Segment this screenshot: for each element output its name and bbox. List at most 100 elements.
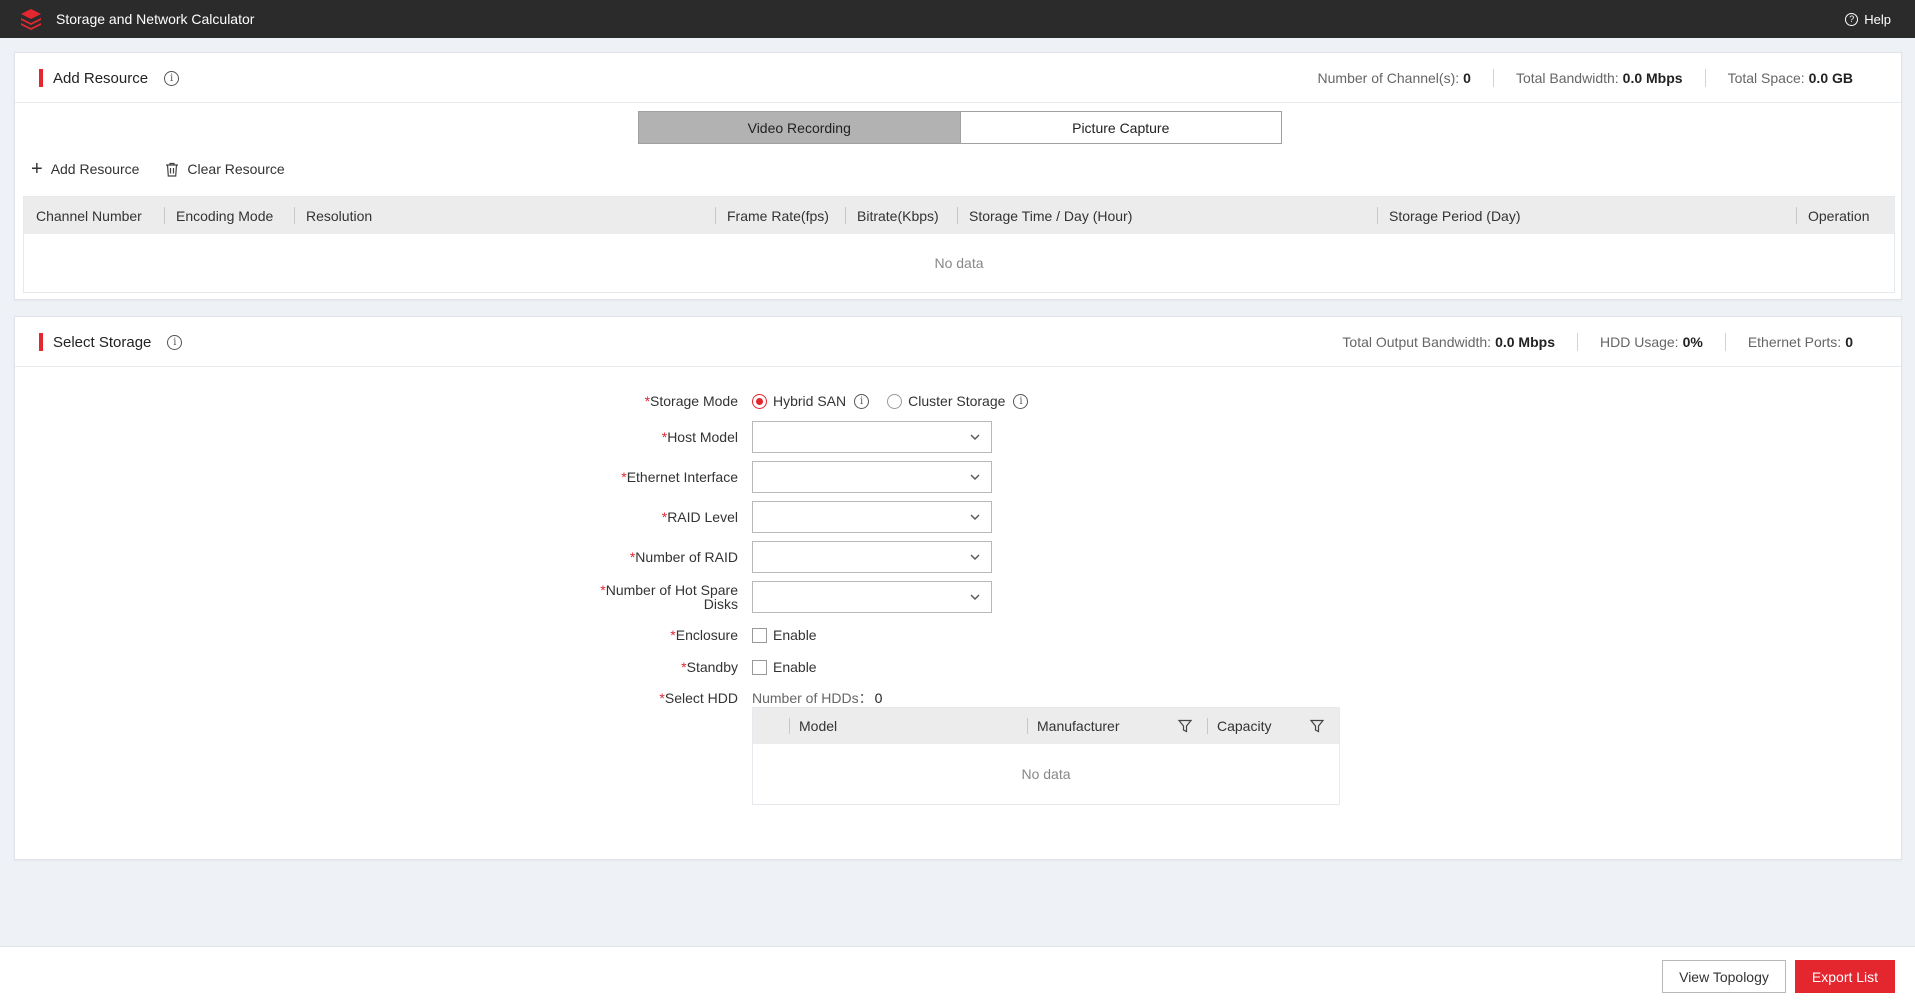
add-resource-label: Add Resource xyxy=(50,161,140,177)
label-text: Standby xyxy=(686,659,738,675)
stat-label: Ethernet Ports: xyxy=(1747,334,1842,350)
view-topology-button[interactable]: View Topology xyxy=(1662,960,1786,993)
chevron-down-icon xyxy=(970,434,980,440)
raid-level-select xyxy=(752,501,992,533)
info-icon[interactable]: i xyxy=(167,334,183,350)
row-ethernet-interface: *Ethernet Interface xyxy=(15,461,1901,493)
host-model-select xyxy=(752,421,992,453)
divider xyxy=(1704,69,1706,87)
divider xyxy=(1492,69,1494,87)
col-storage-time: Storage Time / Day (Hour) xyxy=(957,197,1377,234)
select-hdd-label: *Select HDD xyxy=(659,691,738,705)
col-manufacturer-label: Manufacturer xyxy=(1037,718,1120,734)
info-icon[interactable]: i xyxy=(1013,393,1029,409)
chevron-down-icon xyxy=(970,554,980,560)
clear-resource-button[interactable]: Clear Resource xyxy=(165,161,285,177)
label-text: Number of RAID xyxy=(635,549,738,565)
add-resource-panel: Add Resource i Number of Channel(s): 0 T… xyxy=(14,52,1902,300)
col-manufacturer: Manufacturer xyxy=(1027,708,1207,744)
stat-ethernet-ports: Ethernet Ports: 0 xyxy=(1748,334,1853,350)
standby-label: *Standby xyxy=(681,660,738,674)
row-enclosure: *Enclosure Enable xyxy=(15,625,1901,645)
help-label: Help xyxy=(1864,11,1891,27)
radio-label: Hybrid SAN xyxy=(773,393,847,409)
empty-state: No data xyxy=(1021,766,1071,782)
enclosure-checkbox[interactable]: Enable xyxy=(752,627,817,643)
stat-channels: Number of Channel(s): 0 xyxy=(1318,70,1471,86)
section-marker xyxy=(39,69,43,87)
tab-picture-capture[interactable]: Picture Capture xyxy=(961,112,1282,143)
export-list-button[interactable]: Export List xyxy=(1795,960,1895,993)
standby-control: Enable xyxy=(752,659,817,675)
col-capacity-label: Capacity xyxy=(1217,718,1272,734)
filter-icon[interactable] xyxy=(1177,718,1193,734)
col-encoding-mode: Encoding Mode xyxy=(164,197,294,234)
stat-output-bandwidth: Total Output Bandwidth: 0.0 Mbps xyxy=(1342,334,1555,350)
clear-resource-label: Clear Resource xyxy=(187,161,285,177)
radio-cluster-storage[interactable]: Cluster Storage i xyxy=(887,393,1029,409)
chevron-down-icon xyxy=(970,594,980,600)
empty-state: No data xyxy=(934,255,984,271)
label-text: Storage Mode xyxy=(650,393,738,409)
recording-type-toggle: Video Recording Picture Capture xyxy=(638,111,1282,144)
standby-checkbox[interactable]: Enable xyxy=(752,659,817,675)
select-storage-title-group: Select Storage i xyxy=(39,317,183,367)
row-hot-spare-disks: *Number of Hot Spare Disks xyxy=(15,581,1901,613)
stat-value: 0 xyxy=(1845,334,1853,350)
add-resource-header: Add Resource i Number of Channel(s): 0 T… xyxy=(15,53,1901,103)
number-of-raid-select xyxy=(752,541,992,573)
checkbox-box xyxy=(752,627,767,643)
tab-video-recording[interactable]: Video Recording xyxy=(639,112,961,143)
col-capacity: Capacity xyxy=(1207,708,1339,744)
hot-spare-select xyxy=(752,581,992,613)
checkbox-label: Enable xyxy=(773,659,817,675)
add-resource-title-group: Add Resource i xyxy=(39,53,180,103)
raid-level-dropdown[interactable] xyxy=(752,501,992,533)
host-model-dropdown[interactable] xyxy=(752,421,992,453)
divider xyxy=(1576,333,1578,351)
section-marker xyxy=(39,333,43,351)
ethernet-interface-label: *Ethernet Interface xyxy=(621,470,738,484)
info-icon[interactable]: i xyxy=(854,393,870,409)
stat-value: 0.0 GB xyxy=(1808,70,1853,86)
help-button[interactable]: ? Help xyxy=(1845,0,1891,38)
stat-label: Total Bandwidth: xyxy=(1515,70,1619,86)
select-storage-title: Select Storage xyxy=(53,333,152,351)
number-of-raid-dropdown[interactable] xyxy=(752,541,992,573)
label-text: Host Model xyxy=(667,429,738,445)
row-standby: *Standby Enable xyxy=(15,657,1901,677)
resource-table-header: Channel Number Encoding Mode Resolution … xyxy=(24,197,1894,234)
label-text: Ethernet Interface xyxy=(626,469,738,485)
stat-label: Total Space: xyxy=(1727,70,1805,86)
app-logo-icon xyxy=(18,6,44,32)
ethernet-interface-select xyxy=(752,461,992,493)
col-frame-rate: Frame Rate(fps) xyxy=(715,197,845,234)
radio-hybrid-san[interactable]: Hybrid SAN i xyxy=(752,393,870,409)
select-storage-panel: Select Storage i Total Output Bandwidth:… xyxy=(14,316,1902,860)
col-bitrate: Bitrate(Kbps) xyxy=(845,197,957,234)
info-icon[interactable]: i xyxy=(164,70,180,86)
chevron-down-icon xyxy=(970,474,980,480)
stat-value: 0 xyxy=(1463,70,1471,86)
add-resource-button[interactable]: + Add Resource xyxy=(31,159,140,179)
app-title: Storage and Network Calculator xyxy=(56,11,255,27)
stat-bandwidth: Total Bandwidth: 0.0 Mbps xyxy=(1516,70,1683,86)
checkbox-label: Enable xyxy=(773,627,817,643)
resource-stats: Number of Channel(s): 0 Total Bandwidth:… xyxy=(1318,53,1853,103)
hot-spare-dropdown[interactable] xyxy=(752,581,992,613)
storage-mode-options: Hybrid SAN i Cluster Storage i xyxy=(752,393,1046,409)
radio-label: Cluster Storage xyxy=(908,393,1006,409)
row-host-model: *Host Model xyxy=(15,421,1901,453)
stat-space: Total Space: 0.0 GB xyxy=(1728,70,1853,86)
label-text: RAID Level xyxy=(667,509,738,525)
row-number-of-raid: *Number of RAID xyxy=(15,541,1901,573)
col-operation: Operation xyxy=(1796,197,1894,234)
hdd-table-header: Model Manufacturer Capacity xyxy=(753,708,1339,744)
hot-spare-label: *Number of Hot Spare Disks xyxy=(600,583,738,611)
stat-hdd-usage: HDD Usage: 0% xyxy=(1600,334,1703,350)
storage-mode-label: *Storage Mode xyxy=(645,394,738,408)
hdd-count-label: Number of HDDs： xyxy=(752,690,873,706)
stat-value: 0.0 Mbps xyxy=(1622,70,1683,86)
ethernet-interface-dropdown[interactable] xyxy=(752,461,992,493)
filter-icon[interactable] xyxy=(1309,718,1325,734)
